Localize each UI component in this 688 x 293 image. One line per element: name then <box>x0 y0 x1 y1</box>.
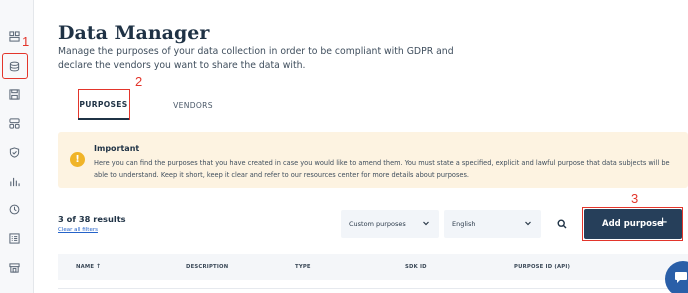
shield-check-icon[interactable] <box>9 147 20 158</box>
tab-vendors[interactable]: VENDORS <box>168 90 218 120</box>
bar-chart-icon[interactable] <box>9 176 20 187</box>
search-button[interactable] <box>549 210 575 238</box>
column-sdk-id: SDK ID <box>405 264 427 270</box>
language-value: English <box>452 220 476 228</box>
column-description: DESCRIPTION <box>186 264 229 270</box>
history-icon[interactable] <box>9 204 20 215</box>
list-icon[interactable] <box>9 233 20 244</box>
table-row-divider <box>58 288 688 289</box>
column-type: TYPE <box>295 264 311 270</box>
sort-icon[interactable]: ↑ <box>96 263 101 270</box>
tab-purposes[interactable]: PURPOSES <box>78 90 129 120</box>
page-subtitle: Manage the purposes of your data collect… <box>58 46 454 71</box>
purpose-type-select[interactable]: Custom purposes <box>341 210 439 238</box>
table-header: NAME ↑ DESCRIPTION TYPE SDK ID PURPOSE I… <box>58 254 688 280</box>
annotation-box-sidebar <box>2 53 28 79</box>
add-purpose-label: Add purpose <box>602 219 663 229</box>
important-alert: ! Important Here you can find the purpos… <box>58 132 688 188</box>
chevron-down-icon <box>525 221 531 226</box>
alert-title: Important <box>94 144 140 153</box>
dashboard-icon[interactable] <box>9 31 20 42</box>
page-title: Data Manager <box>58 22 210 44</box>
annotation-step-2: 2 <box>135 74 143 89</box>
layout-icon[interactable] <box>9 118 20 129</box>
annotation-step-1: 1 <box>22 34 30 49</box>
store-icon[interactable] <box>9 262 20 273</box>
add-purpose-button[interactable]: Add purpose + <box>584 209 682 239</box>
purpose-type-value: Custom purposes <box>349 220 406 228</box>
save-icon[interactable] <box>9 89 20 100</box>
chevron-down-icon <box>423 221 429 226</box>
chat-icon <box>675 272 687 283</box>
warning-icon: ! <box>70 152 85 167</box>
language-select[interactable]: English <box>444 210 541 238</box>
column-name[interactable]: NAME <box>76 264 94 270</box>
clear-filters-link[interactable]: Clear all filters <box>58 227 98 233</box>
search-icon <box>557 219 567 229</box>
annotation-step-3: 3 <box>631 191 639 206</box>
column-purpose-id: PURPOSE ID (API) <box>514 264 571 270</box>
alert-body: Here you can find the purposes that you … <box>94 159 670 179</box>
plus-icon: + <box>657 215 668 230</box>
tab-bar: PURPOSES VENDORS <box>58 90 688 122</box>
app-root: 1 2 3 Data Manager Manage the purposes o… <box>0 0 688 293</box>
results-count: 3 of 38 results <box>58 214 126 224</box>
